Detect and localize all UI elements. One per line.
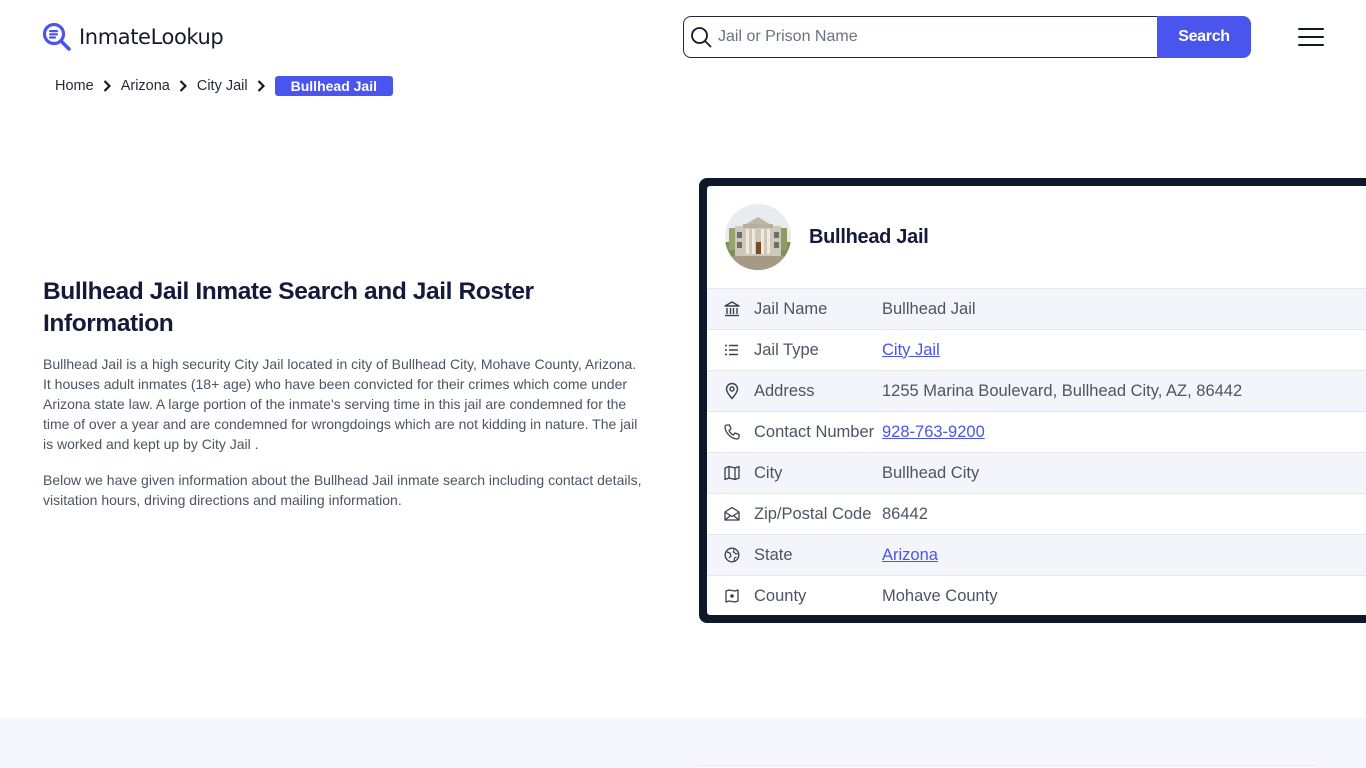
info-label: City xyxy=(754,463,783,482)
jail-photo-avatar xyxy=(725,204,791,270)
page-title: Bullhead Jail Inmate Search and Jail Ros… xyxy=(43,278,534,337)
info-row-contact-number: Contact Number 928-763-9200 xyxy=(707,411,1366,452)
location-pin-icon xyxy=(725,382,739,400)
info-row-jail-name: Jail Name Bullhead Jail xyxy=(707,288,1366,329)
card-title: Bullhead Jail xyxy=(809,225,929,248)
info-label: State xyxy=(754,545,793,564)
breadcrumb-arizona[interactable]: Arizona xyxy=(121,78,170,94)
state-link[interactable]: Arizona xyxy=(882,546,938,565)
hamburger-menu-icon[interactable] xyxy=(1298,27,1324,47)
info-row-zip: Zip/Postal Code 86442 xyxy=(707,493,1366,534)
list-icon xyxy=(725,344,738,356)
county-map-icon xyxy=(725,589,739,603)
description-paragraph: Below we have given information about th… xyxy=(43,472,642,508)
card-header: Bullhead Jail xyxy=(707,186,1366,288)
search-icon xyxy=(691,27,712,48)
search-button[interactable]: Search xyxy=(1157,16,1251,58)
description-paragraph: Bullhead Jail is a high security City Ja… xyxy=(43,356,638,452)
phone-icon xyxy=(724,424,740,440)
info-row-state: State Arizona xyxy=(707,534,1366,575)
info-label: Jail Name xyxy=(754,299,828,318)
info-label: Address xyxy=(754,381,815,400)
info-label: County xyxy=(754,586,807,605)
info-label: Zip/Postal Code xyxy=(754,504,872,523)
building-icon xyxy=(724,301,740,317)
jail-type-link[interactable]: City Jail xyxy=(882,341,940,360)
info-value: Bullhead City xyxy=(882,463,980,482)
info-row-county: County Mohave County xyxy=(707,575,1366,615)
mail-icon xyxy=(724,506,740,521)
info-value: 86442 xyxy=(882,504,928,523)
phone-link[interactable]: 928-763-9200 xyxy=(882,423,985,442)
info-value: Bullhead Jail xyxy=(882,299,976,318)
search-input[interactable] xyxy=(718,28,1138,46)
breadcrumb: Home Arizona City Jail Bullhead Jail xyxy=(55,76,393,96)
jail-info-card: Bullhead Jail Jail Name Bullhead Jail Ja… xyxy=(699,178,1366,623)
chevron-right-icon xyxy=(179,80,187,92)
next-section-background xyxy=(0,718,1366,768)
info-value: 1255 Marina Boulevard, Bullhead City, AZ… xyxy=(882,381,1243,400)
breadcrumb-current: Bullhead Jail xyxy=(274,76,393,96)
info-label: Contact Number xyxy=(754,422,875,441)
search-bar: Search xyxy=(683,16,1251,58)
breadcrumb-city-jail[interactable]: City Jail xyxy=(197,78,248,94)
globe-icon xyxy=(724,547,740,563)
chevron-right-icon xyxy=(103,80,111,92)
info-label: Jail Type xyxy=(754,340,819,359)
info-row-city: City Bullhead City xyxy=(707,452,1366,493)
menu-line xyxy=(1298,44,1324,46)
menu-line xyxy=(1298,28,1324,30)
logo-link[interactable]: InmateLookup xyxy=(42,22,224,52)
menu-line xyxy=(1298,36,1324,38)
logo-magnifier-icon xyxy=(42,22,71,51)
info-value: Mohave County xyxy=(882,586,998,605)
info-row-address: Address 1255 Marina Boulevard, Bullhead … xyxy=(707,370,1366,411)
chevron-right-icon xyxy=(257,80,265,92)
logo-text: InmateLookup xyxy=(79,25,224,49)
map-icon xyxy=(724,465,740,481)
breadcrumb-home[interactable]: Home xyxy=(55,78,94,94)
info-row-jail-type: Jail Type City Jail xyxy=(707,329,1366,370)
search-field[interactable] xyxy=(683,16,1157,58)
